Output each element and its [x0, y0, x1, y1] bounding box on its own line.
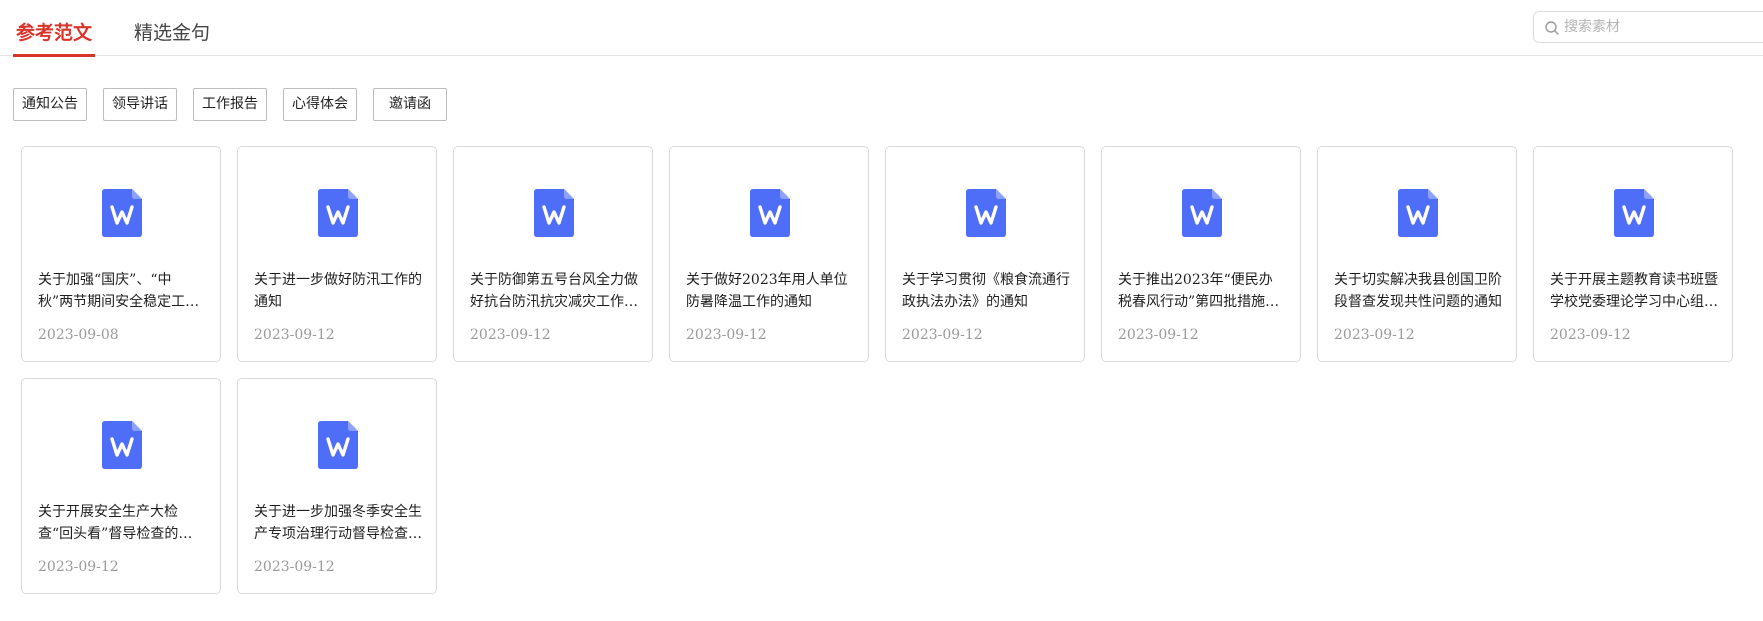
card-title: 关于切实解决我县创国卫阶段督查发现共性问题的通知 — [1334, 272, 1502, 310]
document-card[interactable]: 关于学习贯彻《粮食流通行政执法办法》的通知 2023-09-12 — [885, 146, 1085, 362]
card-date: 2023-09-12 — [254, 327, 335, 343]
search-box[interactable] — [1533, 11, 1763, 43]
word-doc-icon — [102, 421, 142, 469]
category-notice[interactable]: 通知公告 — [13, 88, 87, 121]
card-title: 关于开展安全生产大检查“回头看”督导检查的通知 — [38, 504, 193, 542]
document-card[interactable]: 关于切实解决我县创国卫阶段督查发现共性问题的通知 2023-09-12 — [1317, 146, 1517, 362]
word-doc-icon — [318, 421, 358, 469]
search-input[interactable] — [1564, 16, 1754, 38]
search-icon — [1545, 21, 1559, 35]
card-title: 关于进一步做好防汛工作的通知 — [254, 272, 422, 310]
word-doc-icon — [1182, 189, 1222, 237]
category-work-report[interactable]: 工作报告 — [193, 88, 267, 121]
document-card[interactable]: 关于加强“国庆”、“中秋”两节期间安全稳定工作的通知 2023-09-08 — [21, 146, 221, 362]
tab-selected-quotes[interactable]: 精选金句 — [134, 20, 210, 56]
card-date: 2023-09-12 — [1550, 327, 1631, 343]
word-doc-icon — [1398, 189, 1438, 237]
word-doc-icon — [966, 189, 1006, 237]
card-date: 2023-09-12 — [686, 327, 767, 343]
card-title: 关于防御第五号台风全力做好抗台防汛抗灾减灾工作的通知 — [470, 272, 638, 310]
page: 参考范文 精选金句 通知公告 领导讲话 工作报告 心得体会 邀请函 关于加强“国… — [0, 0, 1763, 621]
word-doc-icon — [1614, 189, 1654, 237]
tab-reference-essays[interactable]: 参考范文 — [12, 20, 96, 57]
card-title: 关于加强“国庆”、“中秋”两节期间安全稳定工作的通知 — [38, 272, 200, 310]
document-card[interactable]: 关于做好2023年用人单位防暑降温工作的通知 2023-09-12 — [669, 146, 869, 362]
card-title: 关于进一步加强冬季安全生产专项治理行动督导检查的通知 — [254, 504, 422, 542]
card-date: 2023-09-12 — [254, 559, 335, 575]
word-doc-icon — [534, 189, 574, 237]
document-card[interactable]: 关于防御第五号台风全力做好抗台防汛抗灾减灾工作的通知 2023-09-12 — [453, 146, 653, 362]
document-card[interactable]: 关于进一步加强冬季安全生产专项治理行动督导检查的通知 2023-09-12 — [237, 378, 437, 594]
card-date: 2023-09-12 — [1118, 327, 1199, 343]
card-title: 关于学习贯彻《粮食流通行政执法办法》的通知 — [902, 272, 1070, 310]
document-card[interactable]: 关于开展安全生产大检查“回头看”督导检查的通知 2023-09-12 — [21, 378, 221, 594]
document-card[interactable]: 关于推出2023年“便民办税春风行动”第四批措施的通知 2023-09-12 — [1101, 146, 1301, 362]
word-doc-icon — [318, 189, 358, 237]
word-doc-icon — [750, 189, 790, 237]
card-title: 关于开展主题教育读书班暨学校党委理论学习中心组学习的通知 — [1550, 272, 1718, 310]
card-date: 2023-09-12 — [1334, 327, 1415, 343]
tab-bar: 参考范文 精选金句 — [0, 0, 1763, 57]
card-title: 关于推出2023年“便民办税春风行动”第四批措施的通知 — [1118, 272, 1280, 310]
card-date: 2023-09-12 — [38, 559, 119, 575]
card-title: 关于做好2023年用人单位防暑降温工作的通知 — [686, 272, 848, 310]
card-date: 2023-09-12 — [470, 327, 551, 343]
document-card[interactable]: 关于进一步做好防汛工作的通知 2023-09-12 — [237, 146, 437, 362]
word-doc-icon — [102, 189, 142, 237]
document-card[interactable]: 关于开展主题教育读书班暨学校党委理论学习中心组学习的通知 2023-09-12 — [1533, 146, 1733, 362]
category-leader-speech[interactable]: 领导讲话 — [103, 88, 177, 121]
card-date: 2023-09-12 — [902, 327, 983, 343]
card-date: 2023-09-08 — [38, 327, 119, 343]
category-invitation[interactable]: 邀请函 — [373, 88, 447, 121]
category-reflections[interactable]: 心得体会 — [283, 88, 357, 121]
